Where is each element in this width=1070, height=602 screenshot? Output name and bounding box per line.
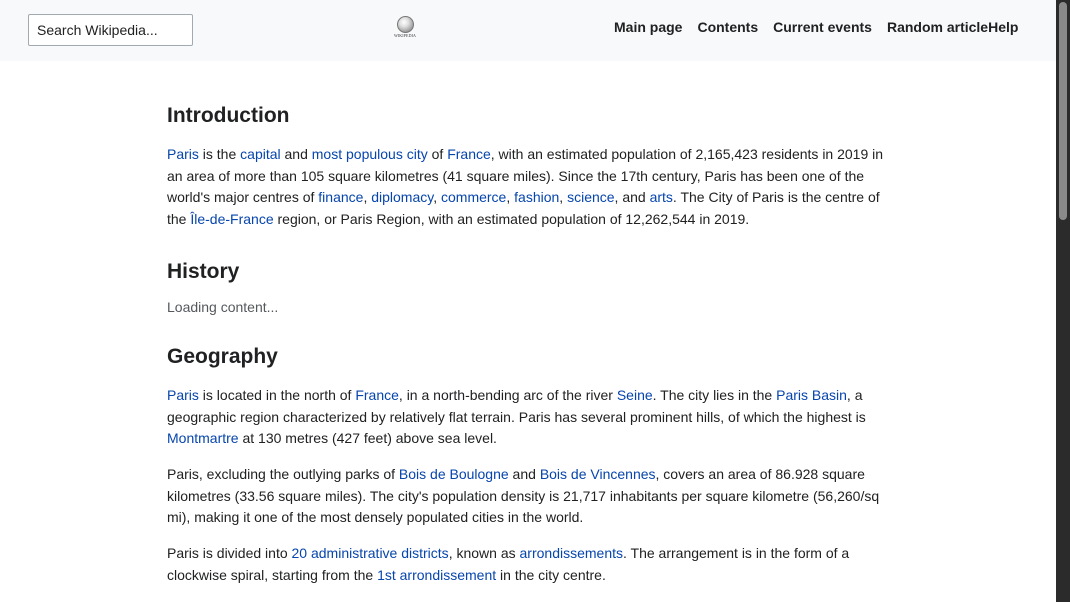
link-france[interactable]: France <box>447 146 491 162</box>
link-arts[interactable]: arts <box>650 189 673 205</box>
link-paris[interactable]: Paris <box>167 387 199 403</box>
link-diplomacy[interactable]: diplomacy <box>371 189 433 205</box>
link-paris[interactable]: Paris <box>167 146 199 162</box>
top-header: WIKIPEDIA Main page Contents Current eve… <box>0 0 1056 61</box>
link-finance[interactable]: finance <box>318 189 363 205</box>
search-input[interactable] <box>28 14 193 46</box>
wikipedia-logo[interactable]: WIKIPEDIA <box>393 16 417 44</box>
link-commerce[interactable]: commerce <box>441 189 506 205</box>
link-paris-basin[interactable]: Paris Basin <box>776 387 847 403</box>
nav-random-article[interactable]: Random article <box>887 19 988 37</box>
logo-wordmark: WIKIPEDIA <box>393 33 416 38</box>
nav-contents[interactable]: Contents <box>697 19 758 37</box>
geography-paragraph-1: Paris is located in the north of France,… <box>167 387 866 447</box>
top-navigation: Main page Contents Current events Random… <box>614 19 1018 37</box>
link-fashion[interactable]: fashion <box>514 189 559 205</box>
link-most-populous-city[interactable]: most populous city <box>312 146 428 162</box>
link-arrondissements[interactable]: arrondissements <box>520 545 624 561</box>
nav-current-events[interactable]: Current events <box>773 19 872 37</box>
section-heading-geography: Geography <box>167 345 278 368</box>
link-science[interactable]: science <box>567 189 614 205</box>
link-ile-de-france[interactable]: Île-de-France <box>190 211 273 227</box>
link-france[interactable]: France <box>355 387 399 403</box>
section-heading-history: History <box>167 260 240 283</box>
history-loading-text: Loading content... <box>167 299 279 315</box>
link-bois-de-boulogne[interactable]: Bois de Boulogne <box>399 466 509 482</box>
intro-paragraph: Paris is the capital and most populous c… <box>167 146 884 227</box>
link-montmartre[interactable]: Montmartre <box>167 430 239 446</box>
nav-main-page[interactable]: Main page <box>614 19 682 37</box>
link-bois-de-vincennes[interactable]: Bois de Vincennes <box>540 466 656 482</box>
nav-help[interactable]: Help <box>988 19 1018 37</box>
scrollbar-thumb[interactable] <box>1059 2 1067 220</box>
link-1st-arrondissement[interactable]: 1st arrondissement <box>377 567 496 583</box>
wikipedia-globe-icon <box>396 16 414 33</box>
link-administrative-districts[interactable]: 20 administrative districts <box>292 545 449 561</box>
link-capital[interactable]: capital <box>240 146 280 162</box>
geography-paragraph-3: Paris is divided into 20 administrative … <box>167 545 850 583</box>
vertical-scrollbar[interactable] <box>1056 0 1070 602</box>
section-heading-introduction: Introduction <box>167 104 290 127</box>
geography-paragraph-2: Paris, excluding the outlying parks of B… <box>167 466 880 526</box>
link-seine[interactable]: Seine <box>617 387 653 403</box>
